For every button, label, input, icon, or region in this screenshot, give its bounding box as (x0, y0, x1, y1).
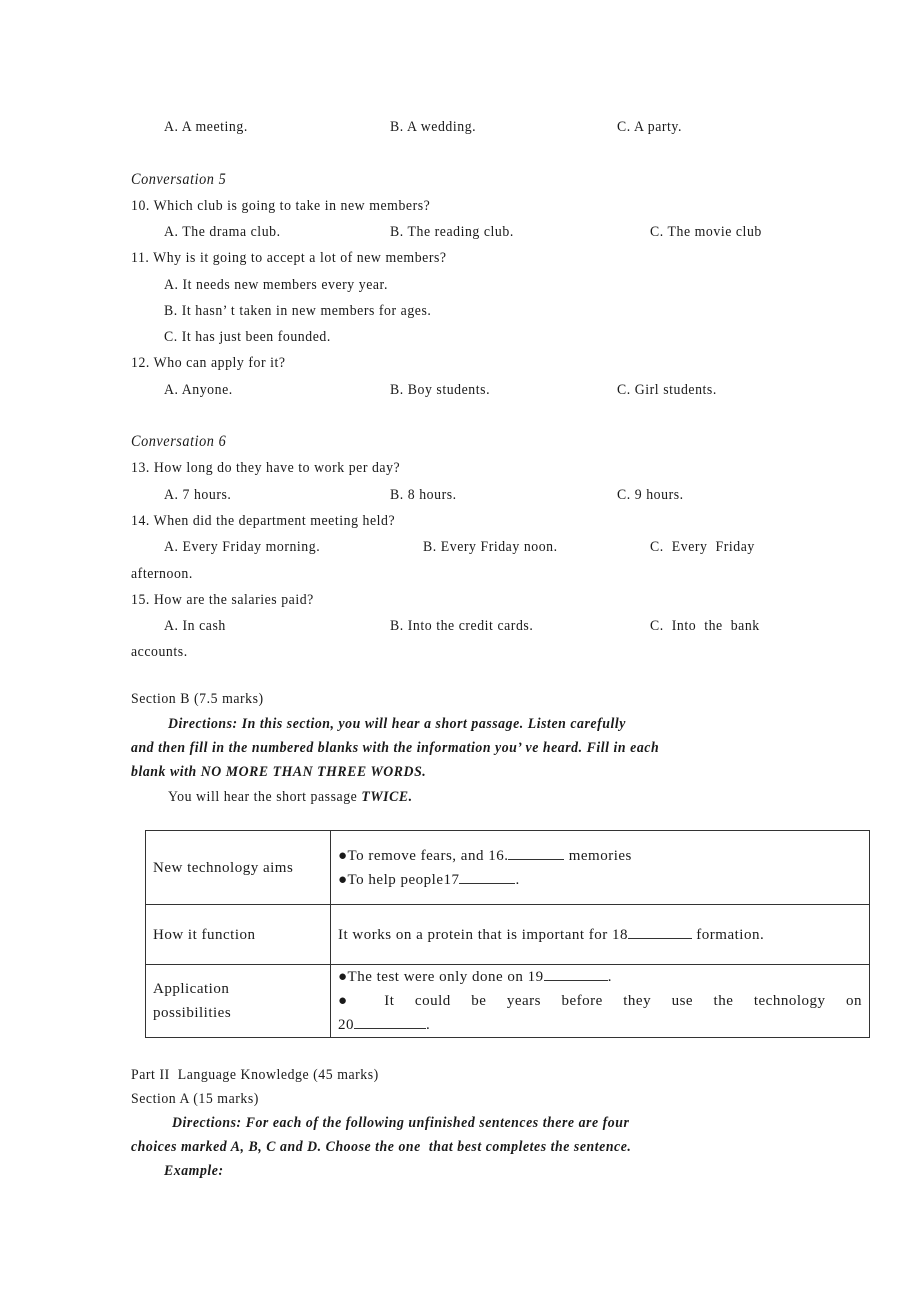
q15-option-a: A. In cash (164, 618, 226, 634)
question-13: 13. How long do they have to work per da… (131, 460, 401, 476)
bullet-text: ● It could be years before they use the … (338, 993, 862, 1009)
part-2-directions-2: choices marked A, B, C and D. Choose the… (131, 1139, 632, 1155)
section-b-hear-note: You will hear the short passage TWICE. (168, 788, 413, 806)
hear-note-text: You will hear the short passage (168, 789, 362, 805)
table-row: How it function It works on a protein th… (145, 904, 870, 965)
q12-option-a: A. Anyone. (164, 382, 233, 398)
label-line: possibilities (153, 1005, 232, 1021)
q10-option-b: B. The reading club. (390, 224, 514, 240)
table-content: It works on a protein that is important … (330, 904, 870, 965)
bullet-text: . (515, 871, 520, 888)
table-label: How it function (145, 904, 331, 965)
bullet-text: memories (564, 847, 632, 864)
bullet-text: ●To help people17 (338, 871, 460, 888)
question-15: 15. How are the salaries paid? (131, 592, 314, 608)
example-label: Example: (164, 1163, 224, 1179)
section-a-title: Section A (15 marks) (131, 1091, 259, 1107)
q15-option-c: C. Into the bank (650, 618, 760, 634)
label-line: Application (153, 981, 230, 997)
conversation-6-title: Conversation 6 (131, 433, 227, 450)
table-row: Application possibilities ●The test were… (145, 964, 870, 1038)
blank-17[interactable] (459, 869, 516, 884)
row-text: It works on a protein that is important … (338, 926, 629, 943)
blank-19[interactable] (543, 966, 608, 981)
q15-option-c-wrap: accounts. (131, 644, 188, 660)
q13-option-a: A. 7 hours. (164, 487, 232, 503)
q13-option-b: B. 8 hours. (390, 487, 457, 503)
blank-18[interactable] (628, 924, 693, 939)
question-10: 10. Which club is going to take in new m… (131, 198, 431, 214)
q11-option-c: C. It has just been founded. (164, 329, 331, 345)
q11-option-b: B. It hasn’ t taken in new members for a… (164, 303, 432, 319)
question-14: 14. When did the department meeting held… (131, 513, 396, 529)
blank-16[interactable] (508, 845, 565, 860)
bullet-text: 20 (338, 1017, 354, 1033)
q12-option-b: B. Boy students. (390, 382, 491, 398)
bullet-text: . (607, 969, 612, 985)
q10-option-c: C. The movie club (650, 224, 762, 240)
part-2-directions-1: Directions: For each of the following un… (172, 1115, 630, 1131)
part-2-title: Part II Language Knowledge (45 marks) (131, 1067, 379, 1083)
option-b: B. A wedding. (390, 119, 477, 135)
bullet-text: ●To remove fears, and 16. (338, 847, 509, 864)
row-text: formation. (692, 926, 765, 943)
q11-option-a: A. It needs new members every year. (164, 277, 388, 293)
bullet-text: . (426, 1017, 431, 1033)
option-a: A. A meeting. (164, 119, 248, 135)
q14-option-c: C. Every Friday (650, 539, 755, 555)
option-c: C. A party. (617, 119, 682, 135)
conversation-5-title: Conversation 5 (131, 171, 227, 188)
question-12: 12. Who can apply for it? (131, 355, 286, 371)
q12-option-c: C. Girl students. (617, 382, 717, 398)
question-11: 11. Why is it going to accept a lot of n… (131, 250, 447, 266)
section-b-title: Section B (7.5 marks) (131, 691, 264, 707)
q14-option-a: A. Every Friday morning. (164, 539, 321, 555)
q10-option-a: A. The drama club. (164, 224, 281, 240)
section-b-directions-2: and then fill in the numbered blanks wit… (131, 740, 660, 756)
q15-option-b: B. Into the credit cards. (390, 618, 534, 634)
table-label: Application possibilities (145, 964, 331, 1038)
table-content: ●The test were only done on 19. ● It cou… (330, 964, 870, 1038)
q14-option-b: B. Every Friday noon. (423, 539, 558, 555)
table-content: ●To remove fears, and 16. memories ●To h… (330, 830, 870, 905)
listening-table: New technology aims ●To remove fears, an… (145, 830, 870, 1038)
blank-20[interactable] (354, 1014, 426, 1029)
section-b-directions-1: Directions: In this section, you will he… (168, 716, 626, 732)
table-label: New technology aims (145, 830, 331, 905)
bullet-text: ●The test were only done on 19 (338, 969, 544, 985)
q14-option-c-wrap: afternoon. (131, 566, 193, 582)
hear-note-emphasis: TWICE. (361, 789, 413, 805)
section-b-directions-3: blank with NO MORE THAN THREE WORDS. (131, 764, 427, 780)
q13-option-c: C. 9 hours. (617, 487, 684, 503)
table-row: New technology aims ●To remove fears, an… (145, 830, 870, 905)
